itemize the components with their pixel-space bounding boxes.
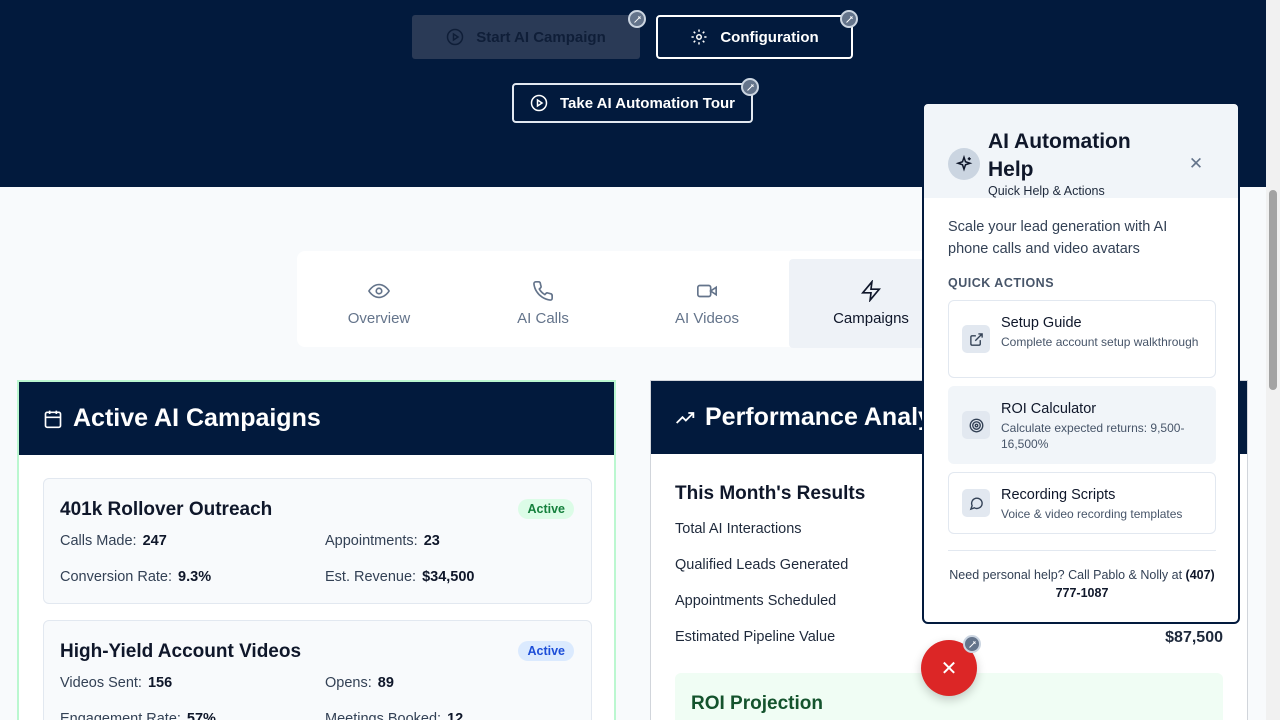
campaign-stat: Opens: 89 — [325, 675, 394, 691]
campaign-stat: Est. Revenue: $34,500 — [325, 569, 475, 585]
magic-badge-icon — [628, 10, 646, 28]
play-circle-icon — [447, 28, 464, 46]
campaign-stat: Videos Sent: 156 — [60, 675, 173, 691]
tab-ai-videos[interactable]: AI Videos — [625, 259, 789, 348]
tab-label: AI Calls — [517, 310, 569, 327]
magic-badge-icon — [963, 635, 981, 653]
play-circle-icon — [530, 94, 548, 112]
tab-label: AI Videos — [675, 310, 739, 327]
quick-action-recording-scripts[interactable]: Recording Scripts Voice & video recordin… — [948, 472, 1216, 534]
section-tabs: Overview AI Calls AI Videos Campaigns — [297, 251, 957, 348]
quick-action-roi-calculator[interactable]: ROI Calculator Calculate expected return… — [948, 386, 1216, 464]
page-scrollbar[interactable] — [1266, 0, 1280, 720]
help-panel: AI Automation Help Quick Help & Actions … — [922, 102, 1240, 624]
quick-action-desc: Calculate expected returns: 9,500-16,500… — [1001, 421, 1185, 451]
campaign-name: 401k Rollover Outreach — [60, 499, 273, 520]
campaign-stat: Appointments: 23 — [325, 533, 440, 549]
close-icon[interactable]: ✕ — [1186, 154, 1206, 174]
help-panel-subtitle: Quick Help & Actions — [988, 184, 1105, 198]
help-panel-header: AI Automation Help Quick Help & Actions … — [924, 104, 1238, 198]
eye-icon — [368, 283, 390, 299]
configuration-label: Configuration — [720, 28, 819, 46]
configuration-button[interactable]: Configuration — [656, 15, 853, 59]
help-panel-title: AI Automation Help — [988, 130, 1131, 181]
quick-actions-label: QUICK ACTIONS — [948, 276, 1055, 290]
take-tour-button[interactable]: Take AI Automation Tour — [512, 83, 753, 123]
start-ai-campaign-label: Start AI Campaign — [476, 28, 606, 46]
help-intro-text: Scale your lead generation with AI phone… — [948, 219, 1168, 257]
tab-ai-calls[interactable]: AI Calls — [461, 259, 625, 348]
tab-label: Overview — [347, 310, 411, 327]
help-footer: Need personal help? Call Pablo & Nolly a… — [944, 566, 1220, 602]
sparkles-icon — [948, 148, 980, 180]
close-icon: ✕ — [940, 657, 958, 680]
status-badge: Active — [518, 499, 574, 519]
help-footer-text: Need personal help? Call Pablo & Nolly a… — [949, 568, 1183, 582]
tab-overview[interactable]: Overview — [297, 259, 461, 348]
magic-badge-icon — [741, 78, 759, 96]
message-circle-icon — [962, 489, 990, 517]
start-ai-campaign-button[interactable]: Start AI Campaign — [412, 15, 640, 59]
campaign-stat: Engagement Rate: 57% — [60, 711, 216, 720]
video-icon — [697, 284, 717, 298]
active-campaigns-card: Active AI Campaigns 401k Rollover Outrea… — [17, 380, 616, 720]
roi-projection-title: ROI Projection — [691, 693, 823, 714]
tab-label: Campaigns — [833, 310, 909, 327]
divider — [948, 550, 1216, 551]
trending-up-icon — [676, 411, 695, 424]
calendar-icon — [44, 410, 62, 428]
external-link-icon — [962, 325, 990, 353]
zap-icon — [860, 280, 882, 302]
magic-badge-icon — [840, 10, 858, 28]
gear-icon — [691, 29, 707, 45]
phone-icon — [533, 281, 553, 301]
month-results-title: This Month's Results — [675, 483, 866, 504]
take-tour-label: Take AI Automation Tour — [560, 94, 735, 112]
quick-action-title: ROI Calculator — [1001, 401, 1097, 417]
card-header: Active AI Campaigns — [19, 382, 614, 455]
status-badge: Active — [518, 641, 574, 661]
campaign-stat: Calls Made: 247 — [60, 533, 167, 549]
quick-action-setup-guide[interactable]: Setup Guide Complete account setup walkt… — [948, 300, 1216, 378]
campaign-item[interactable]: High-Yield Account Videos Active Videos … — [43, 620, 592, 720]
target-icon — [962, 411, 990, 439]
quick-action-title: Recording Scripts — [1001, 487, 1116, 503]
campaign-stat: Meetings Booked: 12 — [325, 711, 464, 720]
quick-action-desc: Complete account setup walkthrough — [1001, 335, 1199, 349]
quick-action-title: Setup Guide — [1001, 315, 1082, 331]
card-title: Active AI Campaigns — [73, 404, 321, 432]
campaign-name: High-Yield Account Videos — [60, 641, 302, 662]
quick-action-desc: Voice & video recording templates — [1001, 507, 1183, 521]
campaign-stat: Conversion Rate: 9.3% — [60, 569, 212, 585]
campaign-item[interactable]: 401k Rollover Outreach Active Calls Made… — [43, 478, 592, 604]
scrollbar-thumb[interactable] — [1269, 190, 1277, 390]
